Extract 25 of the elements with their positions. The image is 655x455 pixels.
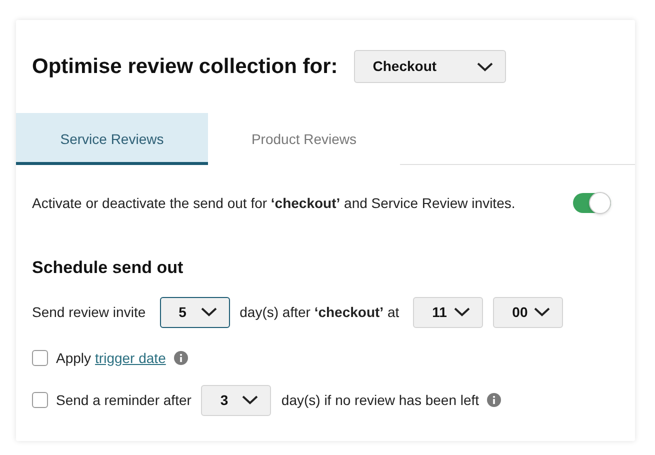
days-dropdown[interactable]: 5 bbox=[160, 296, 230, 328]
invite-label: Send review invite bbox=[32, 302, 146, 322]
chevron-down-icon bbox=[476, 62, 493, 72]
trigger-date-link[interactable]: trigger date bbox=[95, 348, 166, 368]
apply-label: Apply bbox=[56, 348, 92, 368]
minute-dropdown[interactable]: 00 bbox=[493, 296, 564, 328]
tab[interactable]: Service Reviews bbox=[16, 113, 208, 165]
activation-text: Activate or deactivate the send out for ‘checkout’ and Service Review invites. bbox=[32, 194, 516, 212]
reminder-days-dropdown[interactable]: 3 bbox=[201, 384, 272, 416]
info-icon[interactable] bbox=[487, 393, 502, 407]
info-icon[interactable] bbox=[174, 351, 188, 365]
chevron-down-icon bbox=[200, 307, 217, 317]
checkbox[interactable] bbox=[32, 392, 48, 408]
reminder-suffix: day(s) if no review has been left bbox=[281, 390, 480, 410]
chevron-down-icon bbox=[454, 307, 470, 317]
hour-dropdown[interactable]: 11 bbox=[413, 296, 484, 328]
toggle-switch[interactable] bbox=[573, 193, 611, 213]
chevron-down-icon bbox=[242, 395, 258, 405]
chevron-down-icon bbox=[534, 307, 550, 317]
reminder-label: Send a reminder after bbox=[56, 390, 192, 410]
section-title: Optimise review collection for: bbox=[32, 54, 338, 80]
checkbox[interactable] bbox=[32, 350, 48, 366]
trigger-dropdown[interactable]: Checkout bbox=[354, 50, 506, 83]
schedule-heading: Schedule send out bbox=[32, 257, 184, 279]
after-text: day(s) after ‘checkout’ at bbox=[240, 302, 400, 322]
